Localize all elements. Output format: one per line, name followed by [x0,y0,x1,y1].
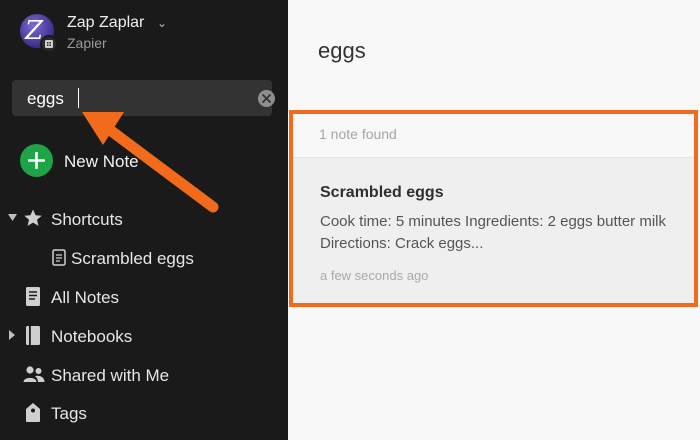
note-timestamp: a few seconds ago [320,268,429,283]
text-cursor [78,88,79,108]
sidebar-item-label: Scrambled eggs [71,249,194,268]
tag-icon [26,403,40,422]
results-count: 1 note found [319,126,397,142]
note-list-item[interactable]: Scrambled eggs Cook time: 5 minutes Ingr… [293,158,694,303]
sidebar-item-label: Tags [51,404,87,423]
note-icon [52,249,66,266]
sidebar-item-label: Shortcuts [51,210,123,229]
sidebar-item-label: Shared with Me [51,366,170,385]
sidebar: Z Zap Zaplar ⌄ Zapier eggs New Note Shor… [0,0,288,440]
search-field[interactable]: eggs [12,80,275,116]
sidebar-item-shared-with-me[interactable]: Shared with Me [0,361,288,389]
chevron-right-icon[interactable] [9,330,15,340]
user-org: Zapier [67,35,107,51]
clear-search-icon[interactable] [258,90,275,107]
note-title: Scrambled eggs [320,184,444,201]
note-snippet: Cook time: 5 minutes Ingredients: 2 eggs… [320,213,666,252]
star-icon [24,209,42,226]
business-badge-icon [40,35,58,53]
notebook-icon [26,326,40,345]
chevron-down-icon[interactable] [8,214,17,221]
user-name[interactable]: Zap Zaplar [67,14,144,32]
new-note-label: New Note [64,152,139,171]
search-results-highlight: 1 note found Scrambled eggs Cook time: 5… [289,110,698,307]
sidebar-item-scrambled-eggs[interactable]: Scrambled eggs [0,244,288,272]
sidebar-item-notebooks[interactable]: Notebooks [0,322,288,350]
sidebar-item-all-notes[interactable]: All Notes [0,283,288,311]
sidebar-item-tags[interactable]: Tags [0,399,288,427]
sidebar-item-label: All Notes [51,288,120,307]
search-input[interactable]: eggs [27,89,64,109]
sidebar-item-shortcuts[interactable]: Shortcuts [0,205,288,233]
chevron-down-icon[interactable]: ⌄ [157,16,167,30]
sidebar-item-label: Notebooks [51,327,133,346]
page-title: eggs [318,38,366,63]
people-icon [23,366,45,382]
notes-stack-icon [26,287,40,306]
plus-icon [20,144,53,177]
